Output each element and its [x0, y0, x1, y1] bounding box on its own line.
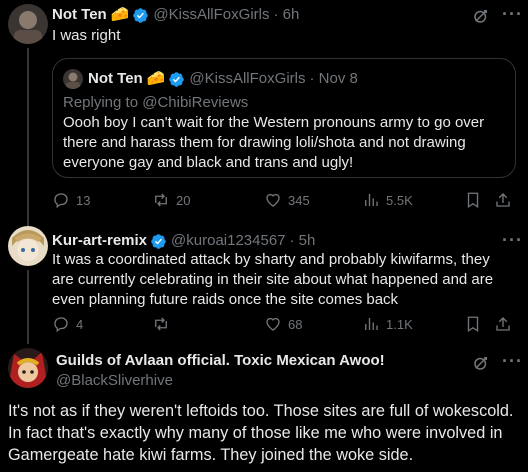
like-button[interactable]: 68 — [264, 315, 302, 333]
share-button[interactable] — [494, 191, 512, 209]
views-button[interactable]: 5.5K — [362, 191, 413, 209]
share-icon — [496, 193, 510, 207]
view-count: 5.5K — [386, 192, 413, 208]
tweet-1[interactable]: Not Ten 🧀 @KissAllFoxGirls · 6h ··· I wa… — [0, 0, 528, 226]
repost-icon — [155, 317, 167, 331]
timestamp[interactable]: · 6h — [273, 5, 299, 25]
tweet-header: Kur-art-remix @kuroai1234567 · 5h — [52, 231, 315, 251]
user-handle[interactable]: @kuroai1234567 — [171, 231, 285, 251]
tweet-2[interactable]: Kur-art-remix @kuroai1234567 · 5h ··· It… — [0, 222, 528, 344]
bookmark-button[interactable] — [464, 315, 482, 333]
analytics-icon — [365, 194, 378, 206]
quote-display-name: Not Ten — [88, 70, 143, 87]
avatar[interactable] — [8, 348, 48, 388]
cheese-emoji: 🧀 — [146, 70, 166, 87]
reply-button[interactable]: 4 — [52, 315, 83, 333]
quoted-tweet[interactable]: Not Ten 🧀 @KissAllFoxGirls · Nov 8 Reply… — [52, 58, 516, 178]
share-button[interactable] — [494, 315, 512, 333]
heart-icon — [266, 317, 280, 331]
more-options-icon[interactable]: ··· — [502, 231, 523, 249]
avatar[interactable] — [8, 226, 48, 266]
repost-button[interactable] — [152, 315, 176, 333]
view-count: 1.1K — [386, 316, 413, 332]
repost-icon — [155, 193, 167, 207]
display-name[interactable]: Guilds of Avlaan official. Toxic Mexican… — [56, 351, 385, 371]
quote-header: Not Ten 🧀 @KissAllFoxGirls · Nov 8 — [88, 69, 358, 89]
repost-button[interactable]: 20 — [152, 191, 190, 209]
repost-count: 20 — [176, 192, 191, 208]
quote-avatar — [63, 69, 83, 89]
quote-timestamp: · Nov 8 — [309, 70, 358, 87]
user-handle[interactable]: @KissAllFoxGirls — [153, 5, 269, 25]
share-icon — [496, 317, 510, 331]
like-button[interactable]: 345 — [264, 191, 310, 209]
bookmark-icon — [467, 316, 479, 333]
quote-user-handle: @KissAllFoxGirls — [189, 70, 306, 87]
more-options-icon[interactable]: ··· — [502, 352, 523, 370]
timestamp[interactable]: · 5h — [290, 231, 316, 251]
display-name[interactable]: Kur-art-remix — [52, 231, 147, 251]
display-name[interactable]: Not Ten — [52, 5, 107, 25]
reply-icon — [54, 317, 68, 333]
thread-line — [27, 48, 29, 226]
reply-count: 13 — [76, 192, 91, 208]
cheese-emoji: 🧀 — [110, 6, 130, 23]
views-button[interactable]: 1.1K — [362, 315, 413, 333]
heart-icon — [266, 193, 280, 207]
tweet-header: Not Ten 🧀 @KissAllFoxGirls · 6h — [52, 5, 299, 25]
tweet-handle-row: @BlackSliverhive — [56, 371, 173, 391]
verified-badge-icon — [132, 7, 149, 24]
tweet-actions: 13 20 345 5.5K — [52, 190, 514, 210]
reply-button[interactable]: 13 — [52, 191, 90, 209]
bookmark-button[interactable] — [464, 191, 482, 209]
quote-replying-to: Replying to @ChibiReviews — [63, 94, 249, 111]
quote-text: Oooh boy I can't wait for the Western pr… — [63, 114, 485, 171]
tweet-text: I was right — [52, 27, 121, 44]
reply-icon — [54, 193, 68, 209]
tweet-3[interactable]: Guilds of Avlaan official. Toxic Mexican… — [0, 340, 528, 472]
grok-icon[interactable] — [472, 354, 490, 372]
bookmark-icon — [467, 192, 479, 209]
analytics-icon — [365, 318, 378, 330]
user-handle[interactable]: @BlackSliverhive — [56, 371, 173, 391]
verified-badge-icon — [150, 233, 167, 250]
tweet-header: Guilds of Avlaan official. Toxic Mexican… — [56, 351, 385, 371]
thread-line — [27, 270, 29, 344]
like-count: 68 — [288, 316, 303, 332]
tweet-text: It's not as if they weren't leftoids too… — [8, 402, 514, 464]
grok-icon[interactable] — [472, 7, 490, 25]
like-count: 345 — [288, 192, 310, 208]
reply-count: 4 — [76, 316, 84, 332]
tweet-text: It was a coordinated attack by sharty an… — [52, 251, 494, 308]
more-options-icon[interactable]: ··· — [502, 5, 523, 23]
verified-badge-icon — [168, 71, 185, 88]
tweet-actions: 4 68 1.1K — [52, 314, 514, 334]
avatar[interactable] — [8, 4, 48, 44]
